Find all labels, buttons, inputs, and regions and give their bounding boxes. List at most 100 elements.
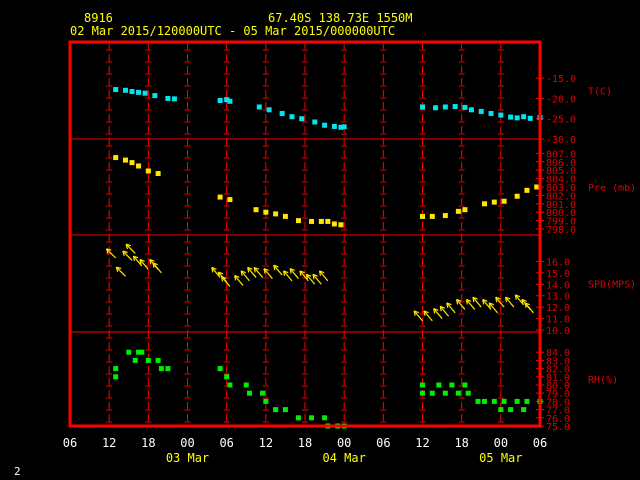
y-tick-label: -25.0 (546, 115, 576, 126)
grid (70, 42, 540, 426)
x-tick-label: 12 (415, 436, 429, 450)
data-point (142, 90, 148, 96)
y-tick-label: 12.0 (546, 303, 570, 314)
data-point (488, 110, 494, 116)
data-point (253, 207, 259, 213)
data-point (132, 357, 138, 363)
y-tick-label: 15.0 (546, 269, 570, 280)
x-tick-label: 06 (376, 436, 390, 450)
data-point (338, 222, 344, 228)
data-point (165, 366, 171, 372)
panel-label: Pre (mb) (588, 183, 636, 194)
wind-arrow (289, 268, 299, 279)
data-point (227, 382, 233, 388)
data-point (282, 213, 288, 219)
data-point (508, 407, 514, 413)
data-point (420, 104, 425, 110)
wind-arrow (122, 250, 133, 261)
wind-arrow (423, 310, 433, 322)
data-point (122, 157, 128, 163)
data-point (436, 382, 442, 388)
data-point (420, 382, 425, 388)
panel-label: RH(%) (588, 375, 618, 386)
wind-arrow (455, 298, 466, 310)
data-point (136, 163, 142, 169)
date-label: 05 Mar (479, 451, 522, 465)
data-point (429, 390, 435, 396)
wind-arrow (234, 274, 244, 286)
data-point (514, 398, 520, 404)
data-point (217, 366, 223, 372)
data-point (295, 218, 301, 224)
data-point (224, 374, 230, 380)
wind-arrow (115, 266, 126, 277)
wind-arrow (446, 302, 456, 314)
data-point (521, 114, 527, 120)
data-point (113, 155, 119, 161)
date-label: 04 Mar (322, 451, 365, 465)
data-point (322, 415, 328, 421)
wind-arrow (273, 264, 283, 276)
data-point (341, 124, 347, 130)
wind-arrow (318, 270, 329, 282)
x-tick-label: 00 (337, 436, 351, 450)
data-point (449, 382, 455, 388)
wind-arrow (504, 296, 515, 308)
date-label: 03 Mar (166, 451, 209, 465)
data-point (227, 197, 233, 203)
data-point (465, 390, 471, 396)
data-point (508, 114, 514, 120)
data-point (113, 87, 119, 93)
data-point (442, 213, 448, 219)
data-point (260, 390, 266, 396)
data-point (256, 104, 262, 110)
wind-arrow (524, 302, 534, 314)
data-point (165, 95, 171, 101)
y-tick-label: -20.0 (546, 94, 576, 105)
data-point (452, 104, 458, 110)
data-point (136, 89, 142, 95)
data-point (514, 193, 520, 199)
x-tick-label: 12 (259, 436, 273, 450)
data-point (273, 211, 279, 217)
data-point (155, 357, 161, 363)
data-point (462, 104, 468, 110)
wind-arrow (105, 248, 117, 259)
x-axis: 06 12 18 00 06 12 18 00 06 12 18 00 06 03 Mar 04 Mar 05… (63, 436, 547, 465)
data-point (433, 105, 439, 111)
data-point (468, 107, 474, 113)
data-point (122, 87, 128, 93)
data-point (312, 119, 318, 125)
data-point (514, 115, 520, 121)
data-point (126, 349, 132, 355)
time-period: 02 Mar 2015/120000UTC - 05 Mar 2015/0000… (70, 24, 395, 38)
wind-arrow (472, 296, 482, 308)
data-point (524, 398, 530, 404)
y-tick-label: -15.0 (546, 74, 576, 85)
data-point (279, 110, 285, 116)
x-tick-label: 06 (63, 436, 77, 450)
x-tick-label: 06 (533, 436, 547, 450)
x-tick-label: 12 (102, 436, 116, 450)
data-point (152, 93, 158, 99)
data-point (113, 366, 119, 372)
data-point (475, 398, 481, 404)
data-point (462, 207, 468, 213)
data-point (217, 194, 223, 200)
station-location: 67.40S 138.73E 1550M (268, 11, 413, 25)
data-point (289, 114, 295, 120)
data-point (462, 382, 468, 388)
data-point (429, 213, 435, 219)
data-point (318, 218, 324, 224)
y-tick-label: 75.0 (546, 422, 570, 433)
data-point (299, 116, 305, 122)
data-point (139, 349, 145, 355)
panel-label: T(C) (588, 87, 612, 98)
y-tick-label: 16.0 (546, 257, 570, 268)
data-point (247, 390, 253, 396)
data-point (273, 407, 279, 413)
data-point (171, 96, 177, 102)
x-tick-label: 18 (454, 436, 468, 450)
data-point (145, 168, 151, 174)
data-point (482, 201, 488, 207)
